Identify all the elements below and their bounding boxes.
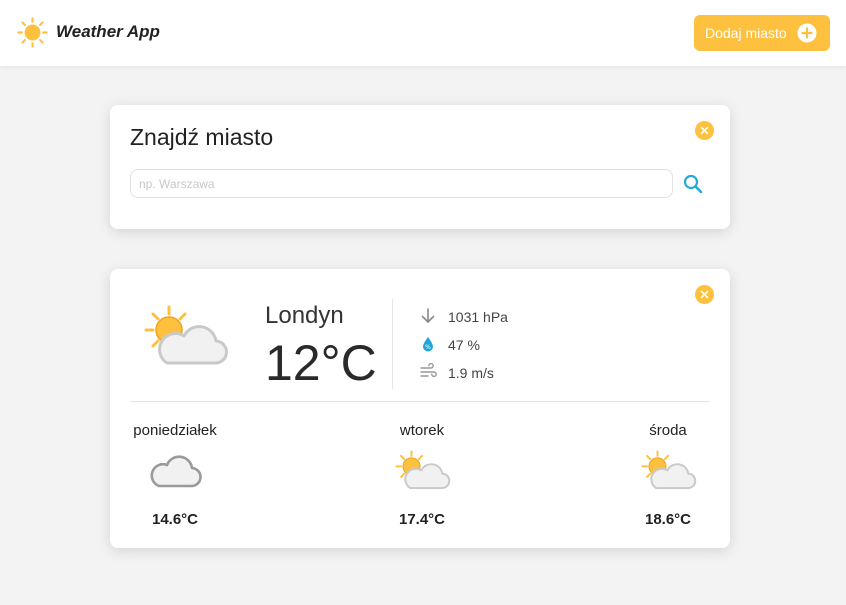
app-title: Weather App <box>56 22 160 41</box>
wind-value: 1.9 m/s <box>448 365 494 381</box>
partly-cloudy-icon <box>392 450 452 492</box>
partly-cloudy-icon <box>141 305 229 369</box>
forecast-temperature: 18.6°C <box>644 511 692 528</box>
close-search-button[interactable] <box>695 121 714 140</box>
top-bar: Weather App Dodaj miasto <box>0 0 846 66</box>
close-icon <box>695 285 714 304</box>
humidity-value: 47 % <box>448 337 480 353</box>
partly-cloudy-icon <box>638 450 698 492</box>
forecast-day-name: wtorek <box>399 422 445 439</box>
plus-circle-icon <box>797 23 817 43</box>
svg-text:%: % <box>425 344 431 351</box>
divider <box>392 299 393 389</box>
sun-icon <box>17 17 48 48</box>
divider <box>130 401 710 402</box>
city-name: Londyn <box>265 302 344 329</box>
forecast-temperature: 17.4°C <box>398 511 446 528</box>
add-city-label: Dodaj miasto <box>705 25 787 41</box>
pressure-value: 1031 hPa <box>448 309 508 325</box>
forecast-day: wtorek 17.4°C <box>367 422 477 528</box>
wind-icon <box>420 363 437 378</box>
water-drop-icon: % <box>423 337 433 352</box>
forecast-temperature: 14.6°C <box>151 511 199 528</box>
forecast-day-name: środa <box>649 422 687 439</box>
forecast-day: środa 18.6°C <box>613 422 723 528</box>
search-title: Znajdź miasto <box>130 124 274 150</box>
forecast-day-name: poniedziałek <box>133 422 217 439</box>
add-city-button[interactable]: Dodaj miasto <box>694 15 830 51</box>
arrow-down-icon <box>421 308 435 324</box>
search-icon[interactable] <box>682 173 704 195</box>
current-temperature: 12°C <box>265 335 377 391</box>
close-weather-button[interactable] <box>695 285 714 304</box>
cloud-icon <box>145 450 205 492</box>
city-search-input[interactable] <box>130 169 673 198</box>
forecast-day: poniedziałek 14.6°C <box>120 422 230 528</box>
search-card: Znajdź miasto <box>110 105 730 229</box>
weather-card: Londyn 12°C 1031 hPa % 47 % 1.9 m/s poni… <box>110 269 730 548</box>
close-icon <box>695 121 714 140</box>
